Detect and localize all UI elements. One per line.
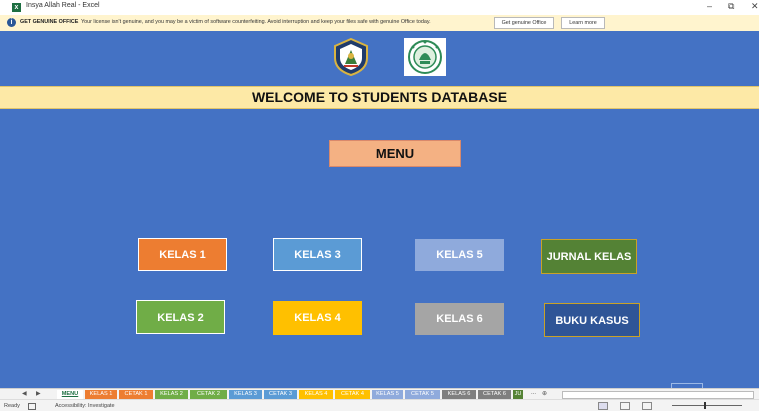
sheet-tab-cetak-2[interactable]: CETAK 2 (190, 390, 227, 399)
sheet-tab-cetak-4[interactable]: CETAK 4 (335, 390, 370, 399)
kelas-4-button[interactable]: KELAS 4 (273, 301, 362, 335)
menu-button[interactable]: MENU (329, 140, 461, 167)
learn-more-button[interactable]: Learn more (561, 17, 605, 29)
title-bar: x Insya Allah Real - Excel – ⧉ ✕ (0, 0, 759, 15)
sheet-tab-kelas-2[interactable]: KELAS 2 (155, 390, 188, 399)
organization-emblem-logo (404, 38, 446, 76)
accessibility-status[interactable]: Accessibility: Investigate (55, 403, 115, 409)
sheet-tab-cetak-6[interactable]: CETAK 6 (478, 390, 511, 399)
macro-record-icon[interactable] (28, 403, 36, 410)
excel-icon: x (12, 3, 21, 12)
horizontal-scrollbar[interactable] (562, 391, 754, 399)
status-ready: Ready (4, 403, 20, 409)
sheet-tab-kelas-6[interactable]: KELAS 6 (442, 390, 476, 399)
restore-button[interactable]: ⧉ (728, 1, 734, 12)
sheet-tab-kelas-1[interactable]: KELAS 1 (85, 390, 117, 399)
sheet-tab-kelas-4[interactable]: KELAS 4 (299, 390, 333, 399)
warning-title: GET GENUINE OFFICE (20, 19, 79, 25)
sheet-area (0, 31, 759, 388)
info-icon: i (7, 18, 16, 27)
welcome-banner: WELCOME TO STUDENTS DATABASE (0, 86, 759, 109)
kelas-6-button[interactable]: KELAS 6 (415, 303, 504, 335)
sheet-tab-cetak-3[interactable]: CETAK 3 (264, 390, 297, 399)
sheet-tab-kelas-3[interactable]: KELAS 3 (229, 390, 262, 399)
buku-kasus-button[interactable]: BUKU KASUS (544, 303, 640, 337)
zoom-slider[interactable] (672, 405, 742, 406)
sheet-tab-menu[interactable]: MENU (57, 390, 83, 399)
tab-scroll-prev-icon[interactable]: ◀ (22, 390, 27, 397)
tab-more-icon[interactable]: ... (531, 390, 536, 396)
kelas-5-button[interactable]: KELAS 5 (415, 239, 504, 271)
sheet-tab-kelas-5[interactable]: KELAS 5 (372, 390, 403, 399)
sheet-tab-cetak-5[interactable]: CETAK 5 (405, 390, 440, 399)
tab-scroll-next-icon[interactable]: ▶ (36, 390, 41, 397)
school-crest-logo (334, 38, 368, 76)
window-title: Insya Allah Real - Excel (26, 2, 100, 9)
status-bar: Ready Accessibility: Investigate (0, 399, 759, 411)
page-layout-view-icon[interactable] (620, 402, 630, 410)
add-sheet-icon[interactable]: ⊕ (542, 390, 547, 397)
minimize-button[interactable]: – (707, 1, 712, 11)
sheet-tab-cetak-1[interactable]: CETAK 1 (119, 390, 153, 399)
genuine-warning-bar: i GET GENUINE OFFICE Your license isn't … (0, 15, 759, 32)
close-button[interactable]: ✕ (751, 1, 759, 12)
zoom-slider-thumb[interactable] (704, 402, 706, 409)
jurnal-kelas-button[interactable]: JURNAL KELAS (541, 239, 637, 274)
kelas-2-button[interactable]: KELAS 2 (136, 300, 225, 334)
get-genuine-office-button[interactable]: Get genuine Office (494, 17, 554, 29)
warning-message: Your license isn't genuine, and you may … (81, 19, 431, 25)
kelas-1-button[interactable]: KELAS 1 (138, 238, 227, 271)
kelas-3-button[interactable]: KELAS 3 (273, 238, 362, 271)
page-break-view-icon[interactable] (642, 402, 652, 410)
sheet-tab-ju[interactable]: JU (513, 390, 523, 399)
normal-view-icon[interactable] (598, 402, 608, 410)
